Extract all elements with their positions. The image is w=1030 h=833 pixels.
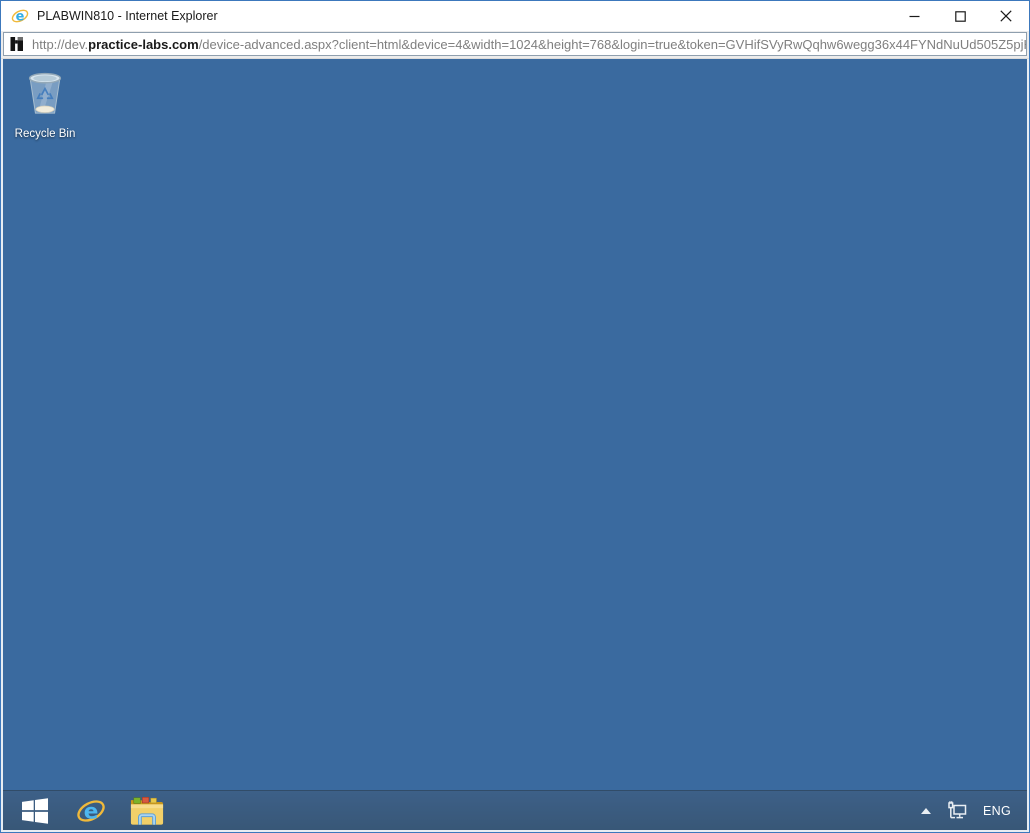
recycle-bin-icon <box>22 65 68 124</box>
minimize-button[interactable] <box>891 1 937 31</box>
network-ethernet-icon[interactable] <box>947 801 967 820</box>
close-button[interactable] <box>983 1 1029 31</box>
window-title: PLABWIN810 - Internet Explorer <box>37 9 891 23</box>
remote-desktop-viewport: Recycle Bin e <box>1 59 1029 832</box>
url-prefix: http://dev. <box>32 37 88 52</box>
taskbar-file-explorer-button[interactable] <box>127 791 167 831</box>
browser-window: e PLABWIN810 - Internet Explorer <box>0 0 1030 833</box>
internet-explorer-icon: e <box>76 796 106 826</box>
url-domain: practice-labs.com <box>88 37 199 52</box>
taskbar: e <box>3 790 1027 830</box>
internet-explorer-icon: e <box>11 7 29 25</box>
address-bar-row: http://dev.practice-labs.com/device-adva… <box>1 31 1029 59</box>
start-button[interactable] <box>15 791 55 831</box>
taskbar-internet-explorer-button[interactable]: e <box>71 791 111 831</box>
hidden-icons-arrow-icon[interactable] <box>921 808 931 814</box>
file-explorer-icon <box>130 795 164 826</box>
site-favicon-icon <box>10 37 24 51</box>
desktop[interactable]: Recycle Bin e <box>3 59 1027 830</box>
url-path-query: /device-advanced.aspx?client=html&device… <box>199 37 1026 52</box>
titlebar: e PLABWIN810 - Internet Explorer <box>1 1 1029 31</box>
maximize-button[interactable] <box>937 1 983 31</box>
svg-text:e: e <box>16 10 25 25</box>
desktop-icon-label: Recycle Bin <box>15 128 76 140</box>
system-tray: ENG <box>921 791 1027 830</box>
language-indicator[interactable]: ENG <box>983 804 1011 818</box>
windows-logo-icon <box>22 798 48 824</box>
svg-text:e: e <box>84 799 99 824</box>
address-bar[interactable]: http://dev.practice-labs.com/device-adva… <box>3 32 1027 56</box>
desktop-icon-recycle-bin[interactable]: Recycle Bin <box>8 65 82 140</box>
url-text: http://dev.practice-labs.com/device-adva… <box>32 37 1026 52</box>
window-controls <box>891 1 1029 31</box>
